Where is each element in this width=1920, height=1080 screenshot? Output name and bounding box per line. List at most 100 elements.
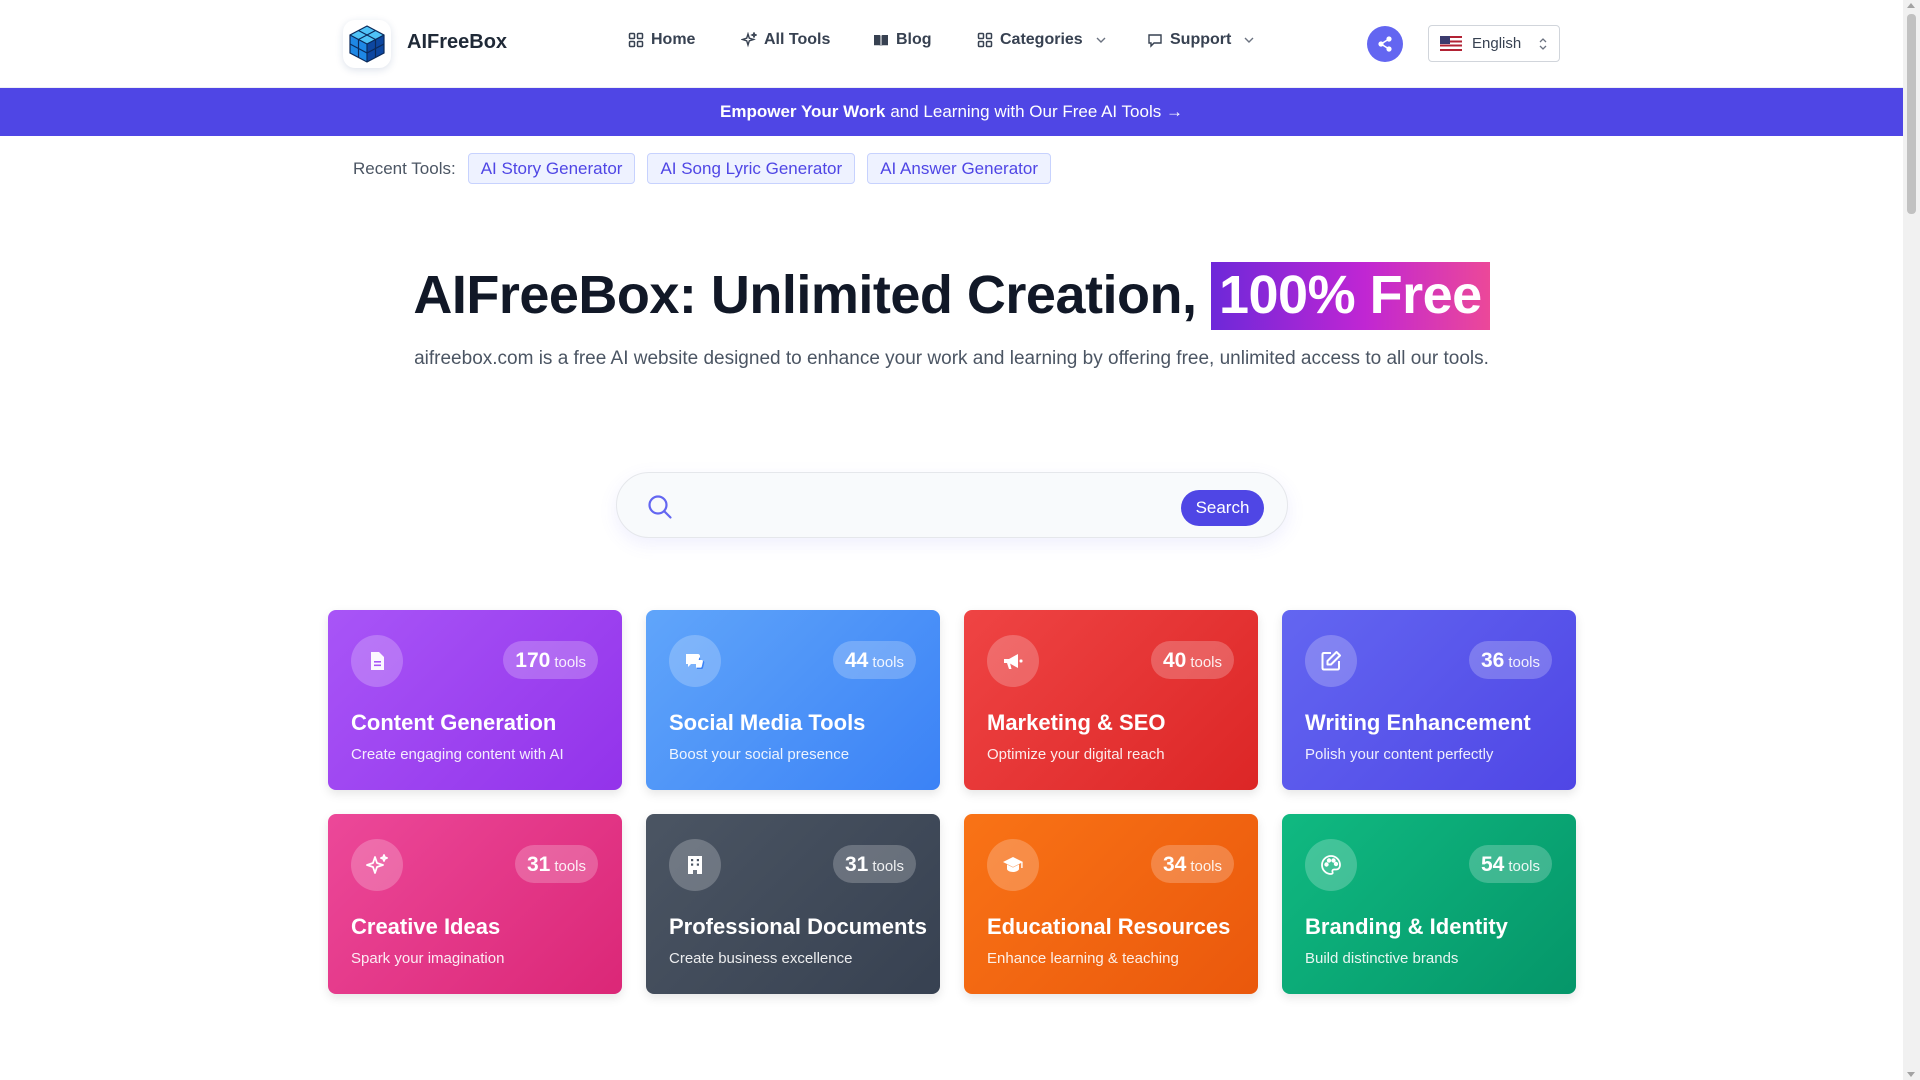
brand-name[interactable]: AIFreeBox	[407, 31, 507, 54]
category-description: Boost your social presence	[669, 746, 850, 763]
hero-title: AIFreeBox: Unlimited Creation, 100% Free	[0, 262, 1903, 330]
nav-all-tools-label: All Tools	[764, 31, 831, 48]
tool-count-badge: 54 tools	[1468, 845, 1552, 883]
chat-icon	[1148, 34, 1162, 48]
category-card-social-media[interactable]: 44 tools Social Media Tools Boost your s…	[646, 610, 940, 790]
chevron-down-icon	[1096, 37, 1106, 43]
chevron-down-icon	[1244, 37, 1254, 43]
updown-chevron-icon	[1539, 38, 1547, 50]
tool-count-unit: tools	[554, 654, 586, 671]
category-title: Educational Resources	[987, 914, 1231, 939]
category-description: Create business excellence	[669, 950, 853, 967]
category-card-writing-enhancement[interactable]: 36 tools Writing Enhancement Polish your…	[1282, 610, 1576, 790]
tool-count-badge: 36 tools	[1468, 641, 1552, 679]
page: AIFreeBox Home All Tools Blog Categories…	[0, 0, 1920, 1080]
category-title: Social Media Tools	[669, 710, 866, 735]
category-card-content-generation[interactable]: 170 tools Content Generation Create enga…	[328, 610, 622, 790]
category-description: Create engaging content with AI	[351, 746, 564, 763]
graduation-cap-icon	[1003, 857, 1023, 872]
recent-tools: Recent Tools: AI Story Generator AI Song…	[353, 153, 1051, 184]
sparkle-icon	[741, 32, 757, 48]
category-title: Branding & Identity	[1305, 914, 1508, 939]
category-title: Content Generation	[351, 710, 557, 735]
recent-tools-label: Recent Tools:	[353, 158, 456, 178]
hero-title-text: AIFreeBox: Unlimited Creation,	[413, 265, 1197, 325]
category-card-creative-ideas[interactable]: 31 tools Creative Ideas Spark your imagi…	[328, 814, 622, 994]
nav-support-label: Support	[1170, 31, 1232, 48]
category-title: Professional Documents	[669, 914, 927, 939]
scroll-up-arrow-icon[interactable]	[1907, 3, 1915, 8]
top-header: AIFreeBox Home All Tools Blog Categories…	[0, 0, 1903, 88]
search-button[interactable]: Search	[1181, 490, 1264, 526]
category-icon-wrap	[987, 635, 1039, 687]
tool-count-unit: tools	[872, 654, 904, 671]
edit-icon	[1321, 651, 1341, 671]
category-card-branding-identity[interactable]: 54 tools Branding & Identity Build disti…	[1282, 814, 1576, 994]
recent-tool-chip[interactable]: AI Story Generator	[467, 153, 636, 184]
tool-count: 54	[1480, 853, 1505, 876]
tool-count-unit: tools	[1508, 654, 1540, 671]
search-input[interactable]	[689, 489, 1119, 523]
tool-count: 34	[1162, 853, 1187, 876]
tool-count: 31	[526, 853, 551, 876]
category-grid: 170 tools Content Generation Create enga…	[328, 610, 1576, 994]
tool-count: 31	[844, 853, 869, 876]
category-icon-wrap	[1305, 635, 1357, 687]
category-card-professional-documents[interactable]: 31 tools Professional Documents Create b…	[646, 814, 940, 994]
nav-support[interactable]: Support	[1147, 31, 1256, 49]
banner-text: and Learning with Our Free AI Tools →	[890, 102, 1183, 121]
category-description: Spark your imagination	[351, 950, 505, 967]
tool-count-badge: 31 tools	[832, 845, 916, 883]
nav-categories[interactable]: Categories	[977, 31, 1108, 49]
category-icon-wrap	[669, 635, 721, 687]
category-description: Enhance learning & teaching	[987, 950, 1179, 967]
category-icon-wrap	[669, 839, 721, 891]
promo-banner[interactable]: Empower Your Work and Learning with Our …	[0, 88, 1903, 136]
tool-count-badge: 170 tools	[503, 641, 598, 679]
recent-tool-chip[interactable]: AI Song Lyric Generator	[647, 153, 856, 184]
category-title: Writing Enhancement	[1305, 710, 1531, 735]
category-title: Creative Ideas	[351, 914, 501, 939]
sparkle-icon	[366, 854, 388, 874]
nav-blog[interactable]: Blog	[873, 31, 932, 49]
tool-count-badge: 44 tools	[832, 641, 916, 679]
language-select[interactable]: English	[1428, 25, 1560, 62]
grid-icon	[977, 32, 993, 48]
nav-home-label: Home	[651, 31, 696, 48]
tool-count-unit: tools	[872, 858, 904, 875]
tool-count-unit: tools	[1190, 654, 1222, 671]
category-icon-wrap	[1305, 839, 1357, 891]
banner-bold-text: Empower Your Work	[720, 102, 886, 121]
page-scrollbar[interactable]	[1903, 0, 1920, 1080]
category-icon-wrap	[351, 635, 403, 687]
building-icon	[688, 856, 702, 874]
tool-count-unit: tools	[554, 858, 586, 875]
nav-blog-label: Blog	[896, 31, 932, 48]
language-label: English	[1472, 35, 1522, 52]
category-card-educational-resources[interactable]: 34 tools Educational Resources Enhance l…	[964, 814, 1258, 994]
category-card-marketing-seo[interactable]: 40 tools Marketing & SEO Optimize your d…	[964, 610, 1258, 790]
tool-count-badge: 40 tools	[1150, 641, 1234, 679]
search-bar: Search	[616, 472, 1288, 538]
book-icon	[874, 35, 888, 46]
tool-count-unit: tools	[1190, 858, 1222, 875]
recent-tool-chip[interactable]: AI Answer Generator	[867, 153, 1051, 184]
nav-home[interactable]: Home	[628, 31, 695, 49]
palette-icon	[1321, 855, 1341, 875]
tool-count: 44	[844, 649, 869, 672]
hero-subtitle: aifreebox.com is a free AI website desig…	[414, 348, 1489, 369]
megaphone-icon	[1004, 654, 1023, 669]
share-button[interactable]	[1367, 26, 1403, 62]
category-description: Build distinctive brands	[1305, 950, 1459, 967]
tool-count: 170	[515, 649, 551, 672]
tool-count: 40	[1162, 649, 1187, 672]
logo[interactable]	[343, 20, 391, 68]
share-icon	[1378, 36, 1392, 52]
scroll-down-arrow-icon[interactable]	[1907, 1072, 1915, 1077]
tool-count-badge: 31 tools	[514, 845, 598, 883]
category-icon-wrap	[351, 839, 403, 891]
category-description: Optimize your digital reach	[987, 746, 1165, 763]
document-icon	[371, 652, 384, 670]
scroll-thumb[interactable]	[1907, 14, 1916, 214]
nav-all-tools[interactable]: All Tools	[741, 31, 830, 49]
